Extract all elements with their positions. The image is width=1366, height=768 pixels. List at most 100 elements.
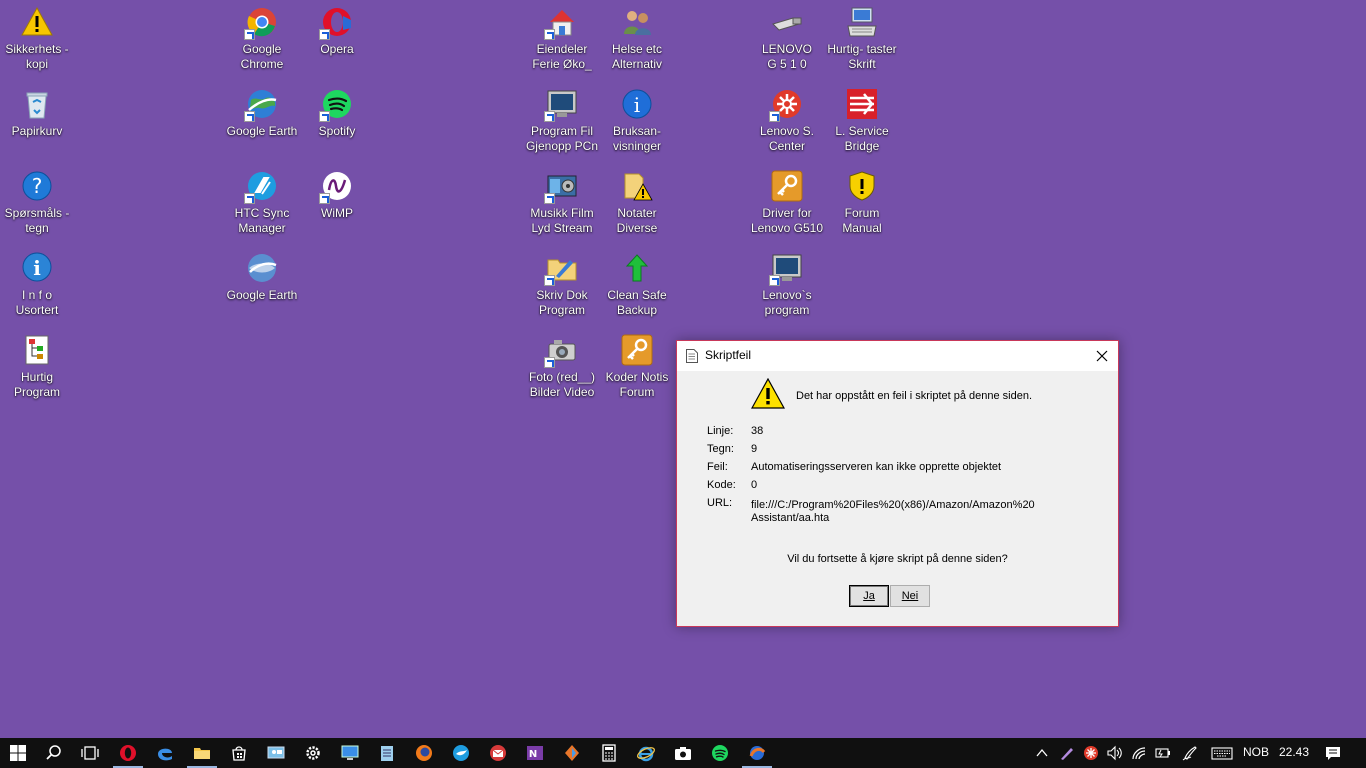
desktop-icon-papirkurv[interactable]: Papirkurv (0, 82, 75, 160)
desktop-icon-foto[interactable]: Foto (red__) Bilder Video (524, 328, 600, 406)
taskbar-store[interactable] (221, 738, 257, 768)
dialog-titlebar[interactable]: Skriptfeil (677, 341, 1118, 371)
taskbar-mail[interactable] (480, 738, 516, 768)
start-button[interactable] (0, 738, 36, 768)
task-view-icon (81, 746, 99, 760)
spotify-icon (319, 88, 353, 122)
close-button[interactable] (1086, 341, 1118, 371)
desktop-icon-hurtig-program[interactable]: Hurtig Program (0, 328, 75, 406)
desktop-icon-skriv-dok[interactable]: Skriv Dok Program (524, 246, 600, 324)
search-button[interactable] (36, 738, 72, 768)
search-icon (46, 745, 61, 760)
desktop-icon-bruksanvisninger[interactable]: i Bruksan- visninger (599, 82, 675, 160)
tray-windows-ink[interactable] (1178, 738, 1202, 768)
opera-icon (120, 745, 136, 761)
firefox-icon (416, 745, 432, 761)
recycle-bin-icon (21, 88, 53, 120)
shortcut-arrow-icon (544, 275, 555, 286)
taskbar-file-explorer[interactable] (184, 738, 220, 768)
desktop-icon-info-usortert[interactable]: i I n f o Usortert (0, 246, 75, 324)
clock[interactable]: 22.43 (1279, 745, 1309, 759)
taskbar-app-blue[interactable] (443, 738, 479, 768)
show-hidden-icons-button[interactable] (1032, 738, 1052, 768)
desktop-icon-google-chrome[interactable]: Google Chrome (224, 0, 300, 78)
yes-button-label: Ja (863, 590, 875, 602)
yes-button[interactable]: Ja (849, 585, 889, 607)
tray-touch-keyboard[interactable] (1208, 738, 1236, 768)
shortcut-arrow-icon (244, 193, 255, 204)
arrow-app-icon (565, 745, 579, 761)
taskbar-calculator[interactable] (591, 738, 627, 768)
taskbar-spotify[interactable] (702, 738, 738, 768)
desktop-icon-sikkerhets-kopi[interactable]: Sikkerhets - kopi (0, 0, 75, 78)
desktop-icon-google-earth[interactable]: Google Earth (224, 82, 300, 160)
tray-pen[interactable] (1056, 738, 1078, 768)
input-language[interactable]: NOB (1243, 745, 1269, 759)
desktop-icon-lenovos-program[interactable]: Lenovo`s program (749, 246, 825, 324)
info-icon: i (21, 252, 53, 284)
line-value: 38 (751, 425, 764, 437)
desktop-icon-hurtig-taster[interactable]: Hurtig- taster Skrift (824, 0, 900, 78)
taskbar-onenote[interactable]: N (517, 738, 553, 768)
taskbar-camera[interactable] (665, 738, 701, 768)
monitor-icon (769, 252, 803, 286)
desktop-icon-forum-manual[interactable]: Forum Manual (824, 164, 900, 242)
svg-text:i: i (33, 256, 41, 280)
desktop-icon-program-fil[interactable]: Program Fil Gjenopp PCn (524, 82, 600, 160)
shortcut-arrow-icon (319, 193, 330, 204)
desktop-icon-clean-safe-backup[interactable]: Clean Safe Backup (599, 246, 675, 324)
desktop-icon-htc-sync-manager[interactable]: HTC Sync Manager (224, 164, 300, 242)
pen-icon (1061, 748, 1073, 760)
script-error-dialog: Skriptfeil Det har oppstått en feil i sk… (676, 340, 1119, 627)
tray-network[interactable] (1128, 738, 1150, 768)
taskbar-opera[interactable] (110, 738, 146, 768)
desktop-icon-sporsmals-tegn[interactable]: ? Spørsmåls - tegn (0, 164, 75, 242)
desktop-icon-koder-notis[interactable]: Koder Notis Forum (599, 328, 675, 406)
warning-icon (21, 6, 53, 38)
store-icon (232, 746, 246, 761)
people-icon (621, 6, 653, 38)
error-label: Feil: (707, 461, 728, 473)
tray-lenovo[interactable] (1080, 738, 1102, 768)
desktop-icon-driver-lenovo[interactable]: Driver for Lenovo G510 (749, 164, 825, 242)
desktop-icon-opera[interactable]: Opera (299, 0, 375, 78)
desktop-icon-helse[interactable]: Helse etc Alternativ (599, 0, 675, 78)
lenovo-center-icon (769, 88, 803, 122)
taskbar-control-panel[interactable] (332, 738, 368, 768)
taskbar-firefox[interactable] (406, 738, 442, 768)
desktop-icon-wimp[interactable]: WiMP (299, 164, 375, 242)
desktop-icon-google-earth-2[interactable]: Google Earth (224, 246, 300, 324)
house-icon (544, 6, 578, 40)
onenote-icon: N (527, 746, 543, 760)
tray-battery[interactable] (1152, 738, 1174, 768)
monitor-icon (544, 88, 578, 122)
tray-volume[interactable] (1104, 738, 1126, 768)
lenovo-center-icon (1084, 746, 1098, 760)
task-view-button[interactable] (72, 738, 108, 768)
desktop-icon-service-bridge[interactable]: L. Service Bridge (824, 82, 900, 160)
notification-icon (1326, 747, 1340, 760)
wifi-icon (1132, 747, 1146, 760)
desktop-icon-spotify[interactable]: Spotify (299, 82, 375, 160)
desktop-icon-lenovo-g510[interactable]: LENOVO G 5 1 0 (749, 0, 825, 78)
taskbar-app-monitor[interactable] (258, 738, 294, 768)
camera-icon (544, 334, 578, 368)
google-earth-icon (246, 252, 278, 284)
taskbar-notepad[interactable] (369, 738, 405, 768)
keyboard-icon (1211, 747, 1233, 760)
shortcut-arrow-icon (319, 111, 330, 122)
taskbar-app-script[interactable] (739, 738, 775, 768)
desktop-icon-musikk-film[interactable]: Musikk Film Lyd Stream (524, 164, 600, 242)
desktop-icon-notater[interactable]: Notater Diverse (599, 164, 675, 242)
taskbar-settings[interactable] (295, 738, 331, 768)
action-center-button[interactable] (1320, 738, 1346, 768)
notes-warning-icon (621, 170, 653, 202)
desktop-icon-eiendeler[interactable]: Eiendeler Ferie Øko_ (524, 0, 600, 78)
green-arrow-icon (621, 252, 653, 284)
desktop-icon-lenovo-s-center[interactable]: Lenovo S. Center (749, 82, 825, 160)
no-button[interactable]: Nei (890, 585, 930, 607)
taskbar-internet-explorer[interactable] (628, 738, 664, 768)
service-bridge-icon (846, 88, 878, 120)
taskbar-app-arrow[interactable] (554, 738, 590, 768)
taskbar-edge[interactable] (147, 738, 183, 768)
